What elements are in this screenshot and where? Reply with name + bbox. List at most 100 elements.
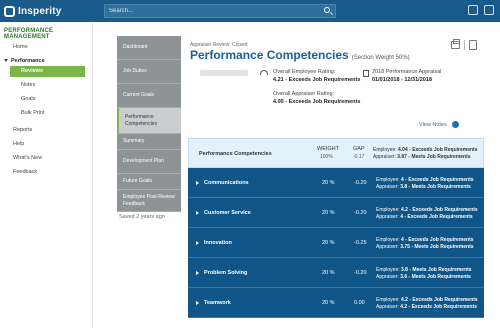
competency-weight: 20 % bbox=[322, 240, 335, 246]
competency-name: Communications bbox=[204, 180, 249, 186]
header-title: Performance Competencies bbox=[199, 151, 272, 157]
competency-row-communications[interactable]: Communications 20 % -0.20 Employee: 4 - … bbox=[188, 168, 484, 198]
user-icon[interactable] bbox=[484, 5, 494, 15]
competency-ratings: Employee: 4 - Exceeds Job Requirements A… bbox=[376, 237, 474, 251]
nav-item-feedback[interactable]: Feedback bbox=[13, 169, 37, 175]
appraiser-label: Appraiser: bbox=[376, 244, 399, 250]
appraiser-label: Appraiser: bbox=[376, 274, 399, 280]
view-notes-link[interactable]: View Notes bbox=[419, 122, 447, 128]
notifications-icon[interactable] bbox=[468, 5, 478, 15]
header-employee-value: 4.04 - Exceeds Job Requirements bbox=[398, 147, 478, 153]
employee-rating: 4 - Exceeds Job Requirements bbox=[401, 177, 474, 183]
overall-employee-rating-value: 4.21 - Exceeds Job Requirements bbox=[273, 77, 361, 83]
appraiser-label: Appraiser: bbox=[376, 214, 399, 220]
review-menu-job-duties[interactable]: Job Duties bbox=[117, 60, 181, 84]
employee-rating: 3.8 - Meets Job Requirements bbox=[401, 267, 472, 273]
page-title-row: Performance Competencies (Section Weight… bbox=[190, 48, 410, 62]
employee-label: Employee: bbox=[376, 177, 400, 183]
header-appraiser-label: Appraiser: bbox=[373, 154, 396, 160]
saved-status: Saved 2 years ago bbox=[119, 214, 165, 220]
appraiser-rating: 3.6 - Meets Job Requirements bbox=[400, 274, 471, 280]
nav-item-reviews[interactable]: Reviews bbox=[10, 66, 85, 77]
header-gap-label: GAP bbox=[353, 146, 365, 152]
review-menu-post-review-feedback[interactable]: Employee Post-Review Feedback bbox=[117, 190, 181, 212]
toolbar-divider bbox=[464, 40, 465, 50]
header-gap-value: -0.17 bbox=[353, 154, 365, 160]
overall-appraiser-rating-label: Overall Appraiser Rating: bbox=[273, 91, 335, 97]
left-nav: PERFORMANCE MANAGEMENT Home Performance … bbox=[0, 22, 93, 328]
gauge-icon bbox=[260, 70, 268, 75]
print-icon[interactable] bbox=[451, 39, 460, 49]
nav-item-home[interactable]: Home bbox=[13, 44, 28, 50]
nav-item-bulk-print[interactable]: Bulk Print bbox=[21, 110, 45, 116]
competency-weight: 20 % bbox=[322, 210, 335, 216]
appraiser-label: Appraiser: bbox=[376, 184, 399, 190]
export-icon[interactable] bbox=[469, 40, 477, 50]
competency-row-teamwork[interactable]: Teamwork 20 % 0.00 Employee: 4.2 - Excee… bbox=[188, 288, 484, 318]
competency-ratings: Employee: 4.2 - Exceeds Job Requirements… bbox=[376, 297, 478, 311]
competency-row-problem-solving[interactable]: Problem Solving 20 % -0.20 Employee: 3.8… bbox=[188, 258, 484, 288]
nav-item-reports[interactable]: Reports bbox=[13, 127, 32, 133]
header-weight-value: 100% bbox=[320, 154, 333, 160]
appraiser-rating: 3.8 - Meets Job Requirements bbox=[400, 184, 471, 190]
appraiser-rating: 4.2 - Exceeds Job Requirements bbox=[400, 304, 477, 310]
calendar-icon bbox=[363, 70, 369, 77]
header-weight-label: WEIGHT bbox=[317, 146, 339, 152]
competency-gap: -0.20 bbox=[354, 180, 367, 186]
nav-item-notes[interactable]: Notes bbox=[21, 82, 35, 88]
competency-weight: 20 % bbox=[322, 270, 335, 276]
table-header: Performance Competencies WEIGHT 100% GAP… bbox=[188, 138, 484, 168]
notes-icon[interactable] bbox=[452, 121, 459, 128]
nav-item-goals[interactable]: Goals bbox=[21, 96, 35, 102]
review-menu-future-goals[interactable]: Future Goals bbox=[117, 174, 181, 190]
appraisal-label: 2018 Performance Appraisal bbox=[372, 69, 442, 75]
review-menu-current-goals[interactable]: Current Goals bbox=[117, 84, 181, 108]
logo-text: Insperity bbox=[18, 5, 62, 17]
nav-item-whats-new[interactable]: What's New bbox=[13, 155, 42, 161]
employee-label: Employee: bbox=[376, 297, 400, 303]
review-menu-dashboard[interactable]: Dashboard bbox=[117, 36, 181, 60]
search-input[interactable] bbox=[104, 4, 336, 18]
employee-label: Employee: bbox=[376, 267, 400, 273]
appraiser-label: Appraiser: bbox=[376, 304, 399, 310]
search-icon[interactable] bbox=[324, 7, 330, 13]
expand-icon[interactable] bbox=[196, 271, 199, 275]
page-title: Performance Competencies bbox=[190, 48, 349, 62]
expand-icon[interactable] bbox=[196, 301, 199, 305]
employee-rating: 4.2 - Exceeds Job Requirements bbox=[401, 207, 478, 213]
header-ratings: Employee: 4.04 - Exceeds Job Requirement… bbox=[373, 147, 478, 161]
employee-rating: 4.2 - Exceeds Job Requirements bbox=[401, 297, 478, 303]
expand-icon[interactable] bbox=[196, 211, 199, 215]
header-employee-label: Employee: bbox=[373, 147, 397, 153]
competency-name: Teamwork bbox=[204, 300, 231, 306]
overall-appraiser-rating-value: 4.00 - Exceeds Job Requirements bbox=[273, 99, 361, 105]
appraiser-rating: 4 - Exceeds Job Requirements bbox=[400, 214, 473, 220]
employee-rating: 4 - Exceeds Job Requirements bbox=[401, 237, 474, 243]
competency-gap: -0.25 bbox=[354, 240, 367, 246]
competency-ratings: Employee: 4 - Exceeds Job Requirements A… bbox=[376, 177, 474, 191]
competency-weight: 20 % bbox=[322, 300, 335, 306]
insperity-logo[interactable]: Insperity bbox=[4, 4, 61, 18]
appraisal-dates: 01/01/2018 - 12/31/2018 bbox=[372, 77, 432, 83]
competencies-table: Performance Competencies WEIGHT 100% GAP… bbox=[188, 138, 484, 328]
section-weight: (Section Weight 50%) bbox=[351, 55, 410, 61]
competency-ratings: Employee: 4.2 - Exceeds Job Requirements… bbox=[376, 207, 478, 221]
nav-heading: PERFORMANCE MANAGEMENT bbox=[4, 28, 54, 40]
review-menu-summary[interactable]: Summary bbox=[117, 134, 181, 150]
nav-item-help[interactable]: Help bbox=[13, 141, 24, 147]
review-menu-development-plan[interactable]: Development Plan bbox=[117, 150, 181, 174]
expand-icon[interactable] bbox=[196, 181, 199, 185]
header-appraiser-value: 3.87 - Meets Job Requirements bbox=[397, 154, 471, 160]
competency-row-innovation[interactable]: Innovation 20 % -0.25 Employee: 4 - Exce… bbox=[188, 228, 484, 258]
logo-icon bbox=[4, 5, 15, 17]
competency-name: Problem Solving bbox=[204, 270, 248, 276]
nav-item-performance[interactable]: Performance bbox=[4, 58, 45, 64]
employee-name-redacted bbox=[200, 70, 248, 76]
top-bar: Insperity bbox=[0, 0, 500, 22]
competency-ratings: Employee: 3.8 - Meets Job Requirements A… bbox=[376, 267, 472, 281]
competency-row-customer-service[interactable]: Customer Service 20 % -0.20 Employee: 4.… bbox=[188, 198, 484, 228]
expand-icon[interactable] bbox=[196, 241, 199, 245]
competency-gap: -0.20 bbox=[354, 270, 367, 276]
review-menu-performance-competencies[interactable]: Performance Competencies bbox=[117, 108, 181, 134]
caret-down-icon bbox=[4, 59, 8, 63]
